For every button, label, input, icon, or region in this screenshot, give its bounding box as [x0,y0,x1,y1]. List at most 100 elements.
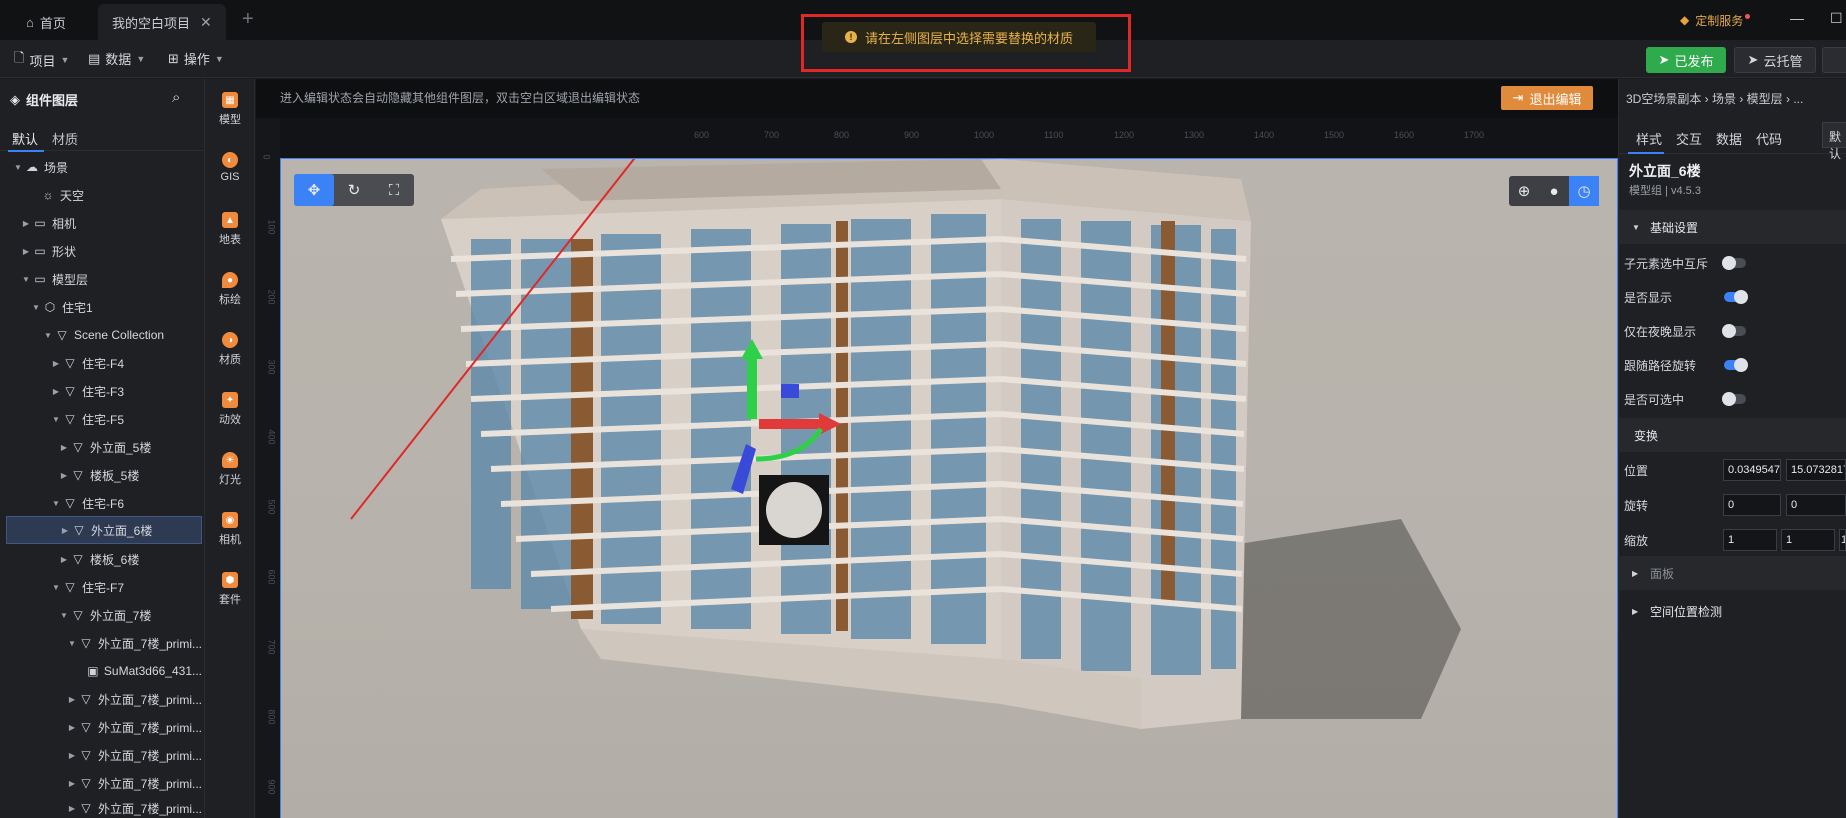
edit-mode-hint: 进入编辑状态会自动隐藏其他组件图层，双击空白区域退出编辑状态 [280,91,641,105]
tree-item-slab-5[interactable]: ▶ ▽ 楼板_5楼 [6,462,202,488]
data-menu[interactable]: ▤ 数据 ▼ [88,49,145,68]
component-kit[interactable]: ⬢ 套件 [205,572,255,607]
toggle-night-only[interactable] [1722,324,1746,338]
folder-icon: ▭ [34,216,46,230]
building-model[interactable] [281,159,1618,818]
tab-material[interactable]: 材质 [52,129,78,148]
tree-item-facade-5[interactable]: ▶ ▽ 外立面_5楼 [6,434,202,460]
tab-my-project[interactable]: 我的空白项目 ✕ [98,4,226,40]
close-icon[interactable]: ✕ [200,14,212,31]
component-marker[interactable]: ● 标绘 [205,272,255,307]
toggle-selectable[interactable] [1722,392,1746,406]
maximize-icon[interactable]: ☐ [1830,10,1843,27]
default-button[interactable]: 默认 [1822,122,1846,161]
tree-item-facade-7-primi[interactable]: ▶ ▽ 外立面_7楼_primi... [6,714,202,740]
project-menu-label: 项目 [29,53,56,69]
orbit-icon[interactable]: ◷ [1569,176,1599,206]
chevron-down-icon: ▼ [60,55,70,65]
object-name: 外立面_6楼 [1629,163,1701,179]
sun-icon: ☼ [42,188,54,202]
tree-item-camera[interactable]: ▶ ▭ 相机 [6,210,202,236]
component-model[interactable]: ▦ 模型 [205,92,255,127]
custom-service-link[interactable]: ◆ 定制服务 [1680,8,1751,32]
tree-item-scene[interactable]: ▼ ☁ 场景 [6,154,202,180]
tree-item-material[interactable]: ▣ SuMat3d66_431... [6,658,202,684]
cloud-hosting-button[interactable]: ➤ 云托管 [1734,47,1816,73]
tree-item-label: 楼板_6楼 [90,552,140,567]
group-icon: ▽ [73,552,83,566]
tab-data[interactable]: 数据 [1716,129,1742,148]
component-light[interactable]: ☀ 灯光 [205,452,255,487]
3d-scene-canvas[interactable] [280,158,1618,818]
tab-style[interactable]: 样式 [1636,129,1662,148]
chevron-right-icon: ▶ [68,722,76,732]
ruler-tick: 900 [904,130,920,140]
tree-item-sky[interactable]: ☼ 天空 [6,182,202,208]
section-panel[interactable]: ▶ 面板 [1618,556,1846,590]
fullscreen-button[interactable] [1822,47,1846,73]
tree-item-facade-6[interactable]: ▶ ▽ 外立面_6楼 [6,516,202,544]
section-transform[interactable]: 变换 [1618,418,1846,452]
tab-interaction[interactable]: 交互 [1676,129,1702,148]
toggle-follow-path[interactable] [1724,358,1748,372]
tree-item-slab-6[interactable]: ▶ ▽ 楼板_6楼 [6,546,202,572]
breadcrumb[interactable]: 3D空场景副本 › 场景 › 模型层 › ... [1626,90,1803,107]
scale-icon[interactable]: ⛶ [374,174,414,206]
tree-item-f5[interactable]: ▼ ▽ 住宅-F5 [6,406,202,432]
tree-item-facade-7-primi[interactable]: ▶ ▽ 外立面_7楼_primi... [6,686,202,712]
section-basic-settings[interactable]: ▼ 基础设置 [1618,210,1846,244]
toggle-child-exclusive[interactable] [1722,256,1746,270]
operation-menu[interactable]: ⊞ 操作 ▼ [168,49,224,68]
component-effect[interactable]: ✦ 动效 [205,392,255,427]
tab-default[interactable]: 默认 [12,129,38,148]
component-camera[interactable]: ◉ 相机 [205,512,255,547]
rotation-y-input[interactable]: 0 [1786,494,1846,516]
project-menu[interactable]: 🗋 项目 ▼ [14,49,69,71]
grid-icon: ⊞ [168,50,179,66]
tree-item-residence1[interactable]: ▼ ⬡ 住宅1 [6,294,202,320]
exit-edit-button[interactable]: ⇥ 退出编辑 [1501,86,1593,110]
component-gis[interactable]: ◐ GIS [205,152,255,183]
tree-item-f4[interactable]: ▶ ▽ 住宅-F4 [6,350,202,376]
move-icon[interactable]: ✥ [294,174,334,206]
tree-item-f6[interactable]: ▼ ▽ 住宅-F6 [6,490,202,516]
search-icon[interactable]: ⌕ [172,89,180,106]
section-space-detection[interactable]: ▶ 空间位置检测 [1618,594,1846,628]
chevron-down-icon: ▼ [60,610,68,620]
layer-panel-title: ◈ 组件图层 [10,90,78,109]
tree-item-scene-collection[interactable]: ▼ ▽ Scene Collection [6,322,202,348]
tree-item-facade-7-primi[interactable]: ▶ ▽ 外立面_7楼_primi... [6,742,202,768]
toggle-visible[interactable] [1724,290,1748,304]
scale-x-input[interactable]: 1 [1723,529,1777,551]
toggle-label: 是否可选中 [1624,393,1685,407]
tree-item-shape[interactable]: ▶ ▭ 形状 [6,238,202,264]
minimize-icon[interactable]: — [1790,10,1804,26]
tree-item-f3[interactable]: ▶ ▽ 住宅-F3 [6,378,202,404]
component-material[interactable]: ◑ 材质 [205,332,255,367]
ruler-tick: 1500 [1324,130,1345,140]
tree-item-model-layer[interactable]: ▼ ▭ 模型层 [6,266,202,292]
publish-button[interactable]: ➤ 已发布 [1646,47,1726,73]
tree-item-facade-7-primi[interactable]: ▼ ▽ 外立面_7楼_primi... [6,630,202,656]
tree-item-f7[interactable]: ▼ ▽ 住宅-F7 [6,574,202,600]
position-y-input[interactable]: 15.0732817 [1786,459,1846,481]
add-tab-icon[interactable]: + [242,8,254,31]
globe-icon[interactable]: ⊕ [1509,176,1539,206]
ruler-tick: 700 [266,639,277,655]
scale-z-input[interactable]: 1 [1839,529,1846,551]
tab-code[interactable]: 代码 [1756,129,1782,148]
diamond-icon: ◆ [1680,13,1690,27]
scale-y-input[interactable]: 1 [1781,529,1835,551]
tree-item-facade-7-primi[interactable]: ▶ ▽ 外立面_7楼_primi... [6,770,202,796]
tab-home[interactable]: ⌂ 首页 [12,4,80,40]
rotate-icon[interactable]: ↻ [334,174,374,206]
component-terrain[interactable]: ▲ 地表 [205,212,255,247]
rotation-x-input[interactable]: 0 [1723,494,1781,516]
tree-item-facade-7[interactable]: ▼ ▽ 外立面_7楼 [6,602,202,628]
sphere-icon[interactable]: ● [1539,176,1569,206]
chevron-right-icon: ▶ [52,386,60,396]
tree-item-facade-7-primi[interactable]: ▶ ▽ 外立面_7楼_primi... [6,798,202,818]
chevron-down-icon: ▼ [214,53,224,64]
toggle-label: 仅在夜晚显示 [1624,325,1697,339]
position-x-input[interactable]: 0.0349547 [1723,459,1781,481]
